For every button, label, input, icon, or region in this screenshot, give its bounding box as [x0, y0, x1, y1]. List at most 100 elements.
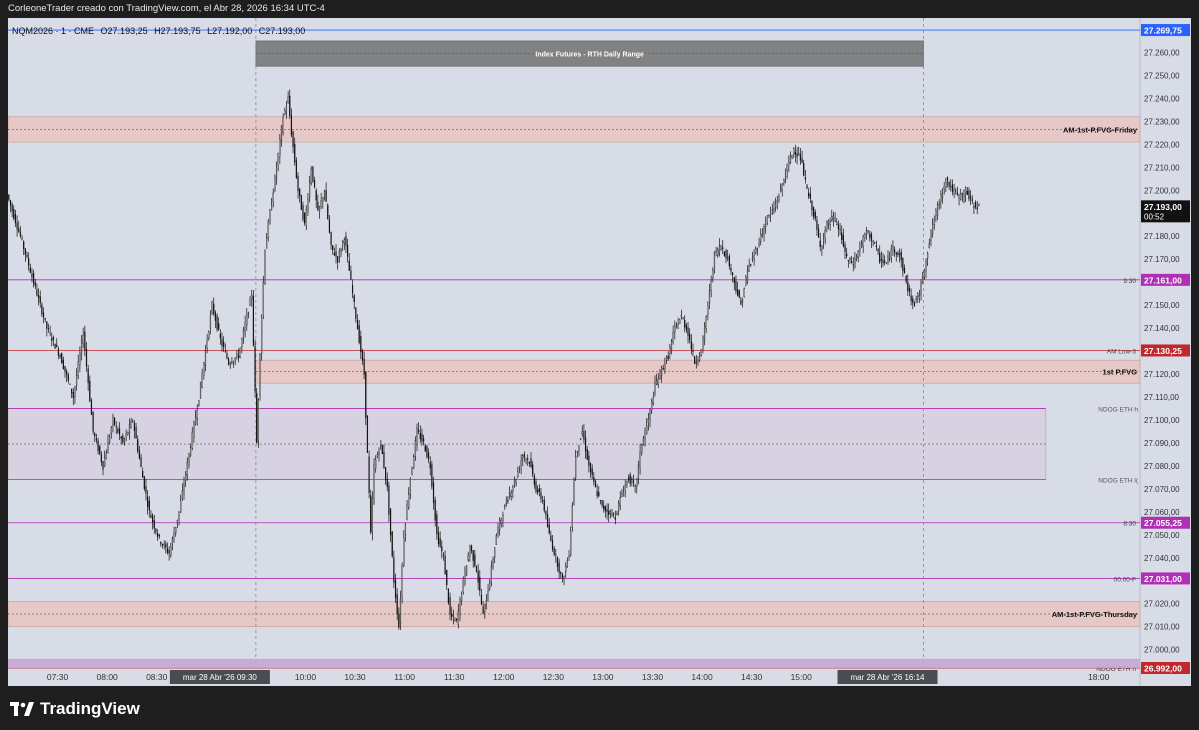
candle-body	[657, 378, 659, 386]
candle-body	[345, 236, 347, 246]
candle-body	[469, 546, 471, 557]
candle-body	[313, 180, 316, 188]
candle-body	[632, 480, 635, 484]
candle-body	[860, 242, 863, 248]
candle-body	[512, 486, 514, 492]
candle-body	[651, 400, 653, 412]
candle-body	[601, 500, 603, 506]
candle-body	[779, 188, 782, 192]
candle-body	[771, 209, 773, 211]
candle-body	[75, 375, 78, 386]
candle-body	[282, 117, 284, 133]
candle-body	[961, 193, 963, 196]
price-chart[interactable]: Index Futures - RTH Daily Range AM-1st-P.…	[8, 18, 1191, 686]
candle-body	[789, 155, 792, 163]
candle-body	[634, 485, 636, 487]
candle-body	[859, 248, 861, 252]
candle-body	[214, 312, 216, 321]
candle-body	[974, 202, 977, 208]
price-tick-label: 27.150,00	[1144, 301, 1180, 310]
candle-body	[852, 264, 854, 266]
candle-body	[186, 461, 188, 477]
candle-body	[62, 359, 64, 370]
candle-body	[41, 304, 43, 315]
candle-body	[609, 510, 611, 514]
candle-body	[348, 260, 350, 271]
candle-body	[459, 598, 461, 616]
tradingview-logo[interactable]: TradingView	[10, 699, 140, 719]
candle-body	[229, 363, 231, 366]
candle-body	[176, 519, 178, 525]
candle-body	[249, 297, 251, 306]
candle-body	[494, 547, 496, 559]
candle-body	[244, 322, 246, 332]
candle-body	[689, 333, 691, 341]
candle-body	[578, 445, 580, 451]
ohlc-open: O27.193,25	[100, 26, 148, 36]
candle-body	[14, 214, 17, 224]
candle-body	[489, 582, 491, 589]
candle-body	[654, 381, 656, 394]
candle-body	[594, 481, 597, 488]
candle-body	[750, 263, 752, 266]
candle-body	[917, 293, 919, 298]
candle-body	[532, 464, 534, 475]
candle-body	[117, 428, 119, 433]
candle-body	[608, 510, 610, 515]
candle-body	[292, 131, 294, 148]
candle-body	[963, 190, 965, 197]
candle-body	[695, 361, 697, 364]
candle-body	[697, 359, 699, 363]
candle-body	[290, 114, 293, 136]
candle-body	[923, 270, 925, 278]
candle-body	[746, 269, 749, 283]
candle-body	[18, 228, 20, 232]
ohlc-close: C27.193,00	[258, 26, 306, 36]
time-tick-label: 07:30	[47, 672, 69, 682]
candle-body	[302, 205, 304, 220]
candle-body	[464, 569, 466, 584]
candle-body	[938, 203, 940, 206]
candle-body	[743, 288, 745, 298]
price-tick-label: 27.010,00	[1144, 623, 1180, 632]
candle-body	[890, 248, 892, 259]
ohlc-high: H27.193,75	[154, 26, 201, 36]
candle-body	[310, 168, 312, 184]
candle-body	[312, 166, 314, 182]
price-tick-label: 27.110,00	[1144, 393, 1180, 402]
candle-body	[69, 383, 71, 385]
symbol-name[interactable]: NQM2026 · 1 · CME	[12, 26, 94, 36]
candle-body	[956, 192, 958, 195]
price-tick-label: 27.200,00	[1144, 186, 1180, 195]
candle-body	[803, 162, 805, 176]
candle-body	[953, 189, 955, 194]
candle-body	[672, 332, 674, 343]
zone-label: Index Futures - RTH Daily Range	[535, 52, 644, 59]
candle-body	[684, 320, 686, 328]
ohlc-low: L27.192,00	[207, 26, 253, 36]
candle-body	[978, 203, 980, 207]
candle-body	[13, 209, 15, 219]
candle-body	[808, 192, 810, 197]
candle-body	[781, 183, 783, 191]
zone-label: AM-1st-P.FVG-Friday	[1063, 125, 1138, 134]
candle-body	[484, 603, 486, 613]
candle-body	[211, 302, 213, 314]
candle-body	[399, 597, 402, 625]
candle-body	[558, 562, 560, 573]
chart-area[interactable]: Index Futures - RTH Daily Range AM-1st-P.…	[8, 18, 1191, 686]
candle-body	[206, 340, 208, 349]
candle-body	[264, 250, 266, 284]
candle-body	[801, 158, 803, 164]
candle-body	[624, 485, 626, 491]
candle-body	[285, 105, 288, 114]
candle-body	[925, 261, 927, 272]
candle-body	[616, 513, 618, 515]
candle-body	[414, 440, 416, 457]
candle-body	[165, 543, 167, 548]
level-label: AM Low-3	[1107, 348, 1137, 355]
candle-body	[259, 354, 261, 397]
candle-body	[378, 451, 380, 456]
candle-body	[740, 299, 742, 305]
candle-body	[368, 456, 370, 493]
